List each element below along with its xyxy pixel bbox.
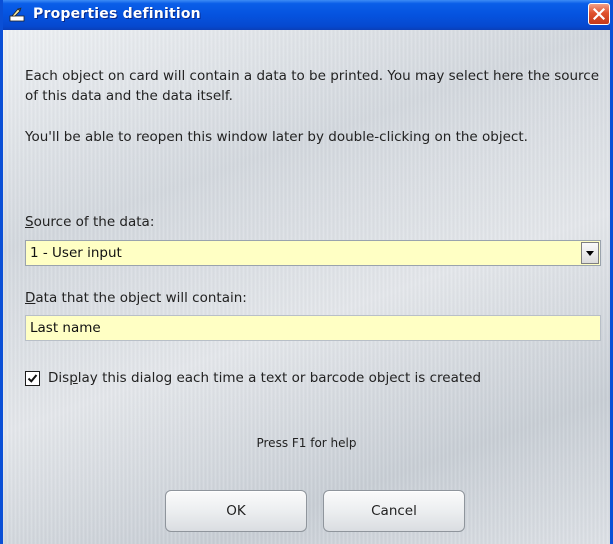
data-label-text: ata that the object will contain: <box>35 290 247 306</box>
source-select-value: 1 - User input <box>30 245 122 261</box>
source-dropdown-button[interactable] <box>581 242 599 264</box>
data-input[interactable] <box>25 315 601 341</box>
display-dialog-label-accelerator: p <box>69 370 78 386</box>
data-label-accelerator: D <box>25 290 36 306</box>
source-label-accelerator: S <box>25 214 34 230</box>
display-dialog-label-end: lay this dialog each time a text or barc… <box>77 370 482 386</box>
title-bar[interactable]: Properties definition <box>3 0 610 30</box>
close-button[interactable] <box>588 3 610 25</box>
ok-button[interactable]: OK <box>165 490 307 532</box>
source-label-text: ource of the data: <box>33 214 155 230</box>
description-text: Each object on card will contain a data … <box>25 68 600 104</box>
reopen-hint-text: You'll be able to reopen this window lat… <box>25 129 528 145</box>
display-dialog-label: Display this dialog each time a text or … <box>48 370 481 386</box>
help-hint: Press F1 for help <box>256 436 357 450</box>
properties-definition-icon <box>9 7 27 23</box>
data-label: Data that the object will contain: <box>25 290 247 306</box>
window-title: Properties definition <box>33 6 201 22</box>
dialog-window: Properties definition Each object on car… <box>0 0 613 544</box>
dialog-client-area: Each object on card will contain a data … <box>3 30 610 544</box>
display-dialog-label-start: Dis <box>48 370 70 386</box>
display-dialog-checkbox[interactable] <box>25 371 40 386</box>
source-label: Source of the data: <box>25 214 154 230</box>
source-select[interactable]: 1 - User input <box>25 240 601 266</box>
cancel-button[interactable]: Cancel <box>323 490 465 532</box>
